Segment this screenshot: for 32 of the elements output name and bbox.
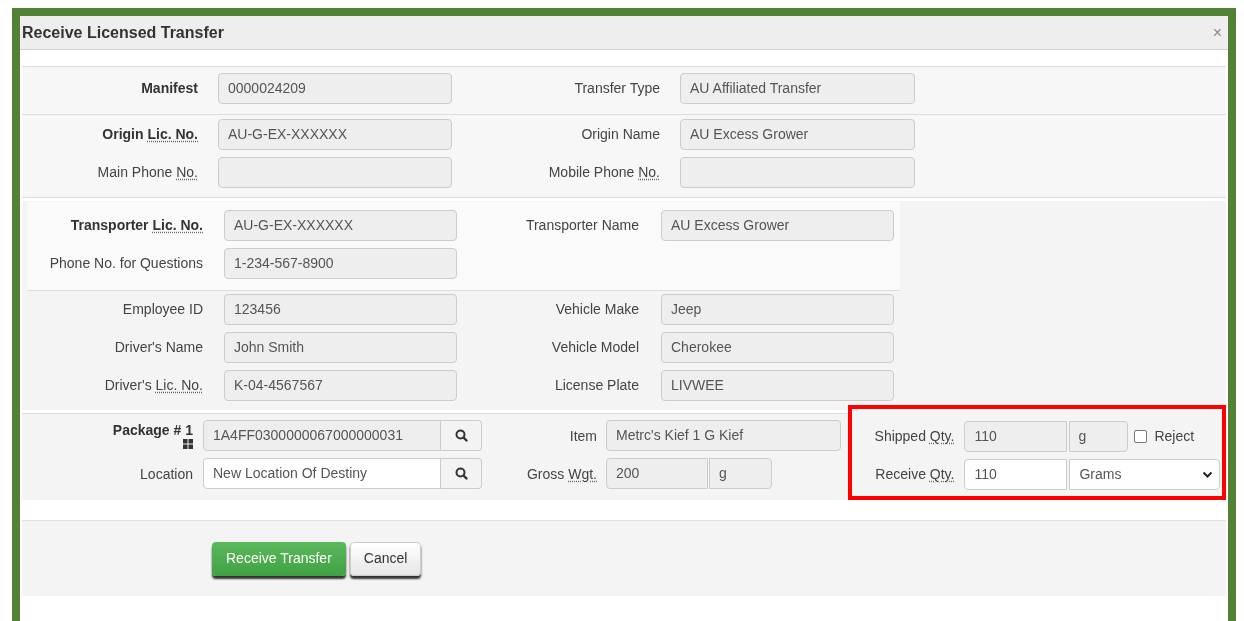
unit-dropdown[interactable]: Grams: [1069, 459, 1221, 490]
field-label: Item: [569, 427, 597, 444]
field-label: Driver's Lic. No.: [104, 376, 203, 395]
field-label: Origin Name: [581, 125, 660, 144]
field-label: Vehicle Make: [555, 300, 639, 319]
search-button[interactable]: [441, 458, 482, 489]
checkbox-label: Reject: [1154, 427, 1195, 446]
field-label: Transfer Type: [574, 79, 660, 98]
search-icon: [454, 429, 468, 442]
text-field[interactable]: New Location Of Destiny: [203, 458, 441, 489]
field-label: Package # 1: [112, 422, 193, 438]
field-label: Origin Lic. No.: [102, 125, 198, 144]
field-label: Vehicle Model: [551, 338, 639, 357]
field-label: Gross Wgt.: [527, 465, 597, 482]
field-label: Employee ID: [122, 300, 203, 319]
field-label: Transporter Name: [525, 216, 639, 235]
text-field[interactable]: 110: [964, 459, 1068, 490]
field-label: Driver's Name: [114, 338, 203, 357]
chevron-down-icon: [1202, 470, 1214, 479]
field-label: Phone No. for Questions: [49, 254, 203, 273]
search-icon: [454, 467, 468, 480]
field-label: Mobile Phone No.: [548, 163, 660, 182]
field-label: Location: [140, 465, 193, 482]
field-label: License Plate: [554, 376, 639, 395]
dialog-title: Receive Licensed Transfer: [22, 22, 224, 43]
cancel-button[interactable]: Cancel: [349, 541, 422, 576]
field-label: Shipped Qty.: [874, 427, 955, 446]
field-label: Receive Qty.: [875, 465, 955, 484]
reject-checkbox[interactable]: [1134, 430, 1148, 443]
field-label: Manifest: [141, 79, 198, 98]
field-label: Main Phone No.: [97, 163, 198, 182]
field-label: Transporter Lic. No.: [70, 216, 203, 235]
